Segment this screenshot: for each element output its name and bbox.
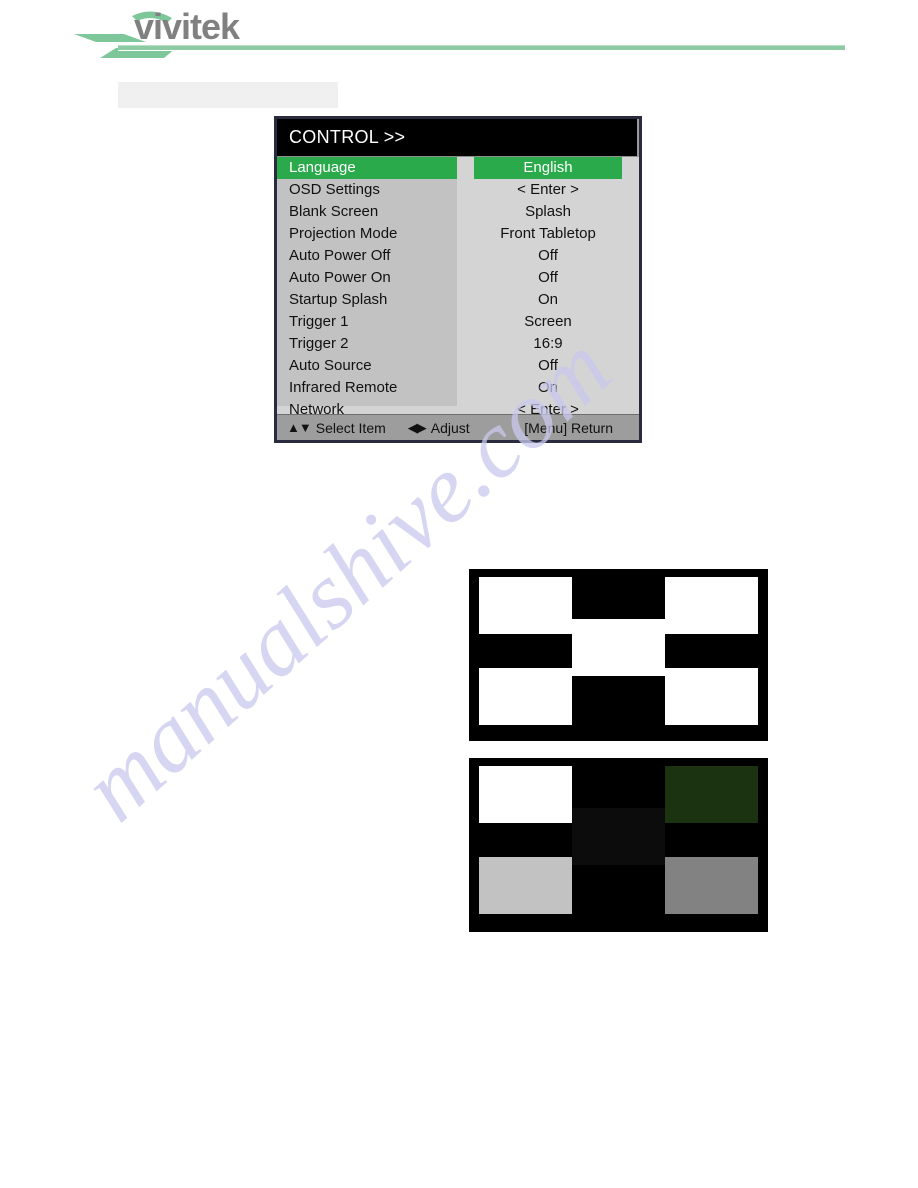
osd-row[interactable]: Projection Mode Front Tabletop — [277, 223, 639, 245]
osd-row-label: OSD Settings — [289, 181, 380, 198]
section-heading-placeholder — [118, 82, 338, 108]
osd-row-value[interactable]: Splash — [457, 201, 639, 223]
osd-row-label: Auto Power On — [289, 269, 391, 286]
osd-row[interactable]: Blank Screen Splash — [277, 201, 639, 223]
osd-row-value[interactable]: Off — [457, 245, 639, 267]
osd-row[interactable]: Language English — [277, 157, 639, 179]
pattern-cell-bottom-right-gray — [665, 857, 758, 914]
pattern-cell-bottom-right — [665, 668, 758, 725]
osd-titlebar: CONTROL >> — [277, 119, 639, 157]
osd-row-value[interactable]: English — [457, 157, 639, 179]
updown-arrows-icon: ▲▼ — [287, 420, 312, 435]
header-divider-rule — [118, 45, 845, 51]
osd-row-label: Trigger 2 — [289, 335, 349, 352]
pattern-cell-top-right — [665, 577, 758, 634]
osd-row-label: Projection Mode — [289, 225, 398, 242]
osd-row[interactable]: Trigger 1 Screen — [277, 311, 639, 333]
osd-menu-window: CONTROL >> Language English OSD Settings < … — [274, 116, 642, 443]
statusbar-select-label: Select Item — [315, 419, 386, 436]
osd-row-value[interactable]: On — [457, 289, 639, 311]
osd-row-label: Language — [277, 157, 457, 179]
osd-row-value[interactable]: < Enter > — [457, 179, 639, 201]
logo-svg: vivitek — [74, 8, 242, 58]
uniformity-test-pattern — [469, 569, 768, 741]
osd-row[interactable]: Trigger 2 16:9 — [277, 333, 639, 355]
leftright-arrows-icon: ◀▶ — [407, 419, 427, 435]
osd-row[interactable]: Infrared Remote On — [277, 377, 639, 399]
statusbar-adjust-label: Adjust — [430, 419, 470, 436]
statusbar-select-hint: ▲▼ Select Item — [287, 420, 386, 436]
statusbar-return-hint: [Menu] Return — [524, 420, 629, 436]
osd-row-value[interactable]: 16:9 — [457, 333, 639, 355]
osd-menu-inner: CONTROL >> Language English OSD Settings < … — [277, 119, 639, 440]
pattern-cell-center — [572, 619, 665, 676]
pattern-cell-center-dark — [572, 808, 665, 865]
osd-row[interactable]: OSD Settings < Enter > — [277, 179, 639, 201]
pattern-cell-top-right-green — [665, 766, 758, 823]
osd-menu-body: Language English OSD Settings < Enter > Blan… — [277, 157, 639, 418]
pattern-cell-bottom-left — [479, 668, 572, 725]
osd-row-value-text: English — [474, 157, 622, 179]
statusbar-adjust-hint: ◀▶ Adjust — [408, 420, 470, 436]
statusbar-return-label: [Menu] Return — [524, 419, 613, 436]
osd-row-value[interactable]: Off — [457, 355, 639, 377]
osd-row-label: Trigger 1 — [289, 313, 349, 330]
osd-row[interactable]: Auto Source Off — [277, 355, 639, 377]
pattern-cell-top-left — [479, 577, 572, 634]
osd-menu-rows: Language English OSD Settings < Enter > Blan… — [277, 157, 639, 421]
osd-row-label: Infrared Remote — [289, 379, 398, 396]
brightness-variation-pattern — [469, 758, 768, 932]
osd-row-value[interactable]: On — [457, 377, 639, 399]
osd-row-label: Auto Power Off — [289, 247, 391, 264]
osd-row-label: Startup Splash — [289, 291, 388, 308]
pattern-cell-top-left-white — [479, 766, 572, 823]
osd-statusbar: ▲▼ Select Item ◀▶ Adjust [Menu] Return — [277, 414, 639, 440]
osd-row[interactable]: Auto Power Off Off — [277, 245, 639, 267]
osd-row[interactable]: Auto Power On Off — [277, 267, 639, 289]
osd-row[interactable]: Startup Splash On — [277, 289, 639, 311]
osd-row-value[interactable]: Screen — [457, 311, 639, 333]
osd-row-value[interactable]: Front Tabletop — [457, 223, 639, 245]
svg-text:vivitek: vivitek — [134, 8, 241, 47]
vivitek-logo: vivitek — [72, 8, 272, 64]
pattern-cell-bottom-left-light — [479, 857, 572, 914]
osd-row-label: Blank Screen — [289, 203, 379, 220]
osd-row-value[interactable]: Off — [457, 267, 639, 289]
osd-row-label: Auto Source — [289, 357, 372, 374]
page-header: vivitek — [0, 0, 918, 70]
osd-title: CONTROL >> — [289, 127, 406, 147]
